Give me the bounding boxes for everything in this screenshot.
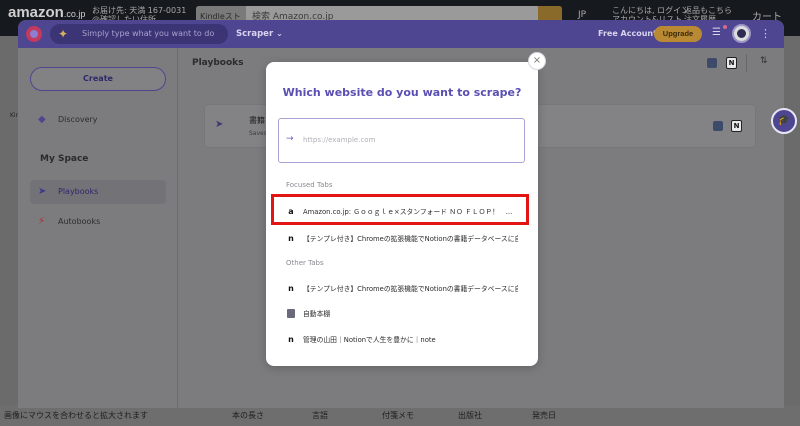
amazon-detail-footer: 画像にマウスを合わせると拡大されます 本の長さ 言語 付箋メモ 出版社 発売日	[0, 405, 800, 426]
account-line-1: こんにちは, ログイン	[612, 6, 690, 15]
other-tab-notion-article[interactable]: n 【テンプレ付き】Chromeの拡張機能でNotionの書籍データベースに自.…	[278, 278, 528, 300]
tab-label: 【テンプレ付き】Chromeの拡張機能でNotionの書籍データベースに自...	[303, 285, 518, 293]
close-icon[interactable]: ×	[528, 52, 546, 70]
detail-col-publisher: 出版社	[458, 411, 482, 420]
note-favicon-icon: n	[288, 335, 294, 344]
sidebar-item-autobooks[interactable]: ⚡ Autobooks	[30, 210, 166, 234]
mode-label: Scraper	[236, 29, 274, 39]
divider	[746, 54, 747, 72]
my-space-heading: My Space	[40, 154, 89, 164]
deliver-line-1: お届け先: 天満 167-0031	[92, 6, 187, 15]
detail-col-language: 言語	[312, 411, 328, 420]
other-tab-bookshelf[interactable]: 自動本棚	[278, 303, 528, 325]
app-logo-icon[interactable]	[26, 26, 42, 42]
sparkle-icon: ✦	[58, 27, 69, 41]
page-title: Playbooks	[192, 58, 244, 68]
sidebar: Create ◆ Discovery My Space ➤ Playbooks …	[18, 48, 178, 408]
detail-col-length: 本の長さ	[232, 411, 264, 420]
note-favicon-icon: n	[288, 234, 294, 243]
notification-dot	[723, 25, 727, 29]
free-account-label: Free Account	[598, 29, 657, 38]
arrow-right-icon: →	[286, 134, 294, 144]
note-favicon-icon: n	[288, 284, 294, 293]
zoom-hint: 画像にマウスを合わせると拡大されます	[4, 411, 148, 420]
playbook-card-subtitle: Saves	[249, 130, 267, 137]
send-icon: ➤	[215, 119, 224, 130]
avatar[interactable]	[732, 24, 751, 43]
mode-dropdown[interactable]: Scraper ⌄	[236, 20, 283, 48]
highlight-box	[271, 194, 529, 225]
amazon-logo[interactable]: amazon.co.jp	[8, 4, 85, 21]
chevron-down-icon: ⌄	[276, 29, 283, 38]
notion-icon[interactable]: N	[726, 57, 737, 69]
sidebar-item-discovery[interactable]: ◆ Discovery	[30, 108, 166, 132]
tab-label: 管理の山田｜Notionで人生を豊かに｜note	[303, 336, 436, 344]
sort-icon[interactable]: ⇅	[760, 56, 768, 66]
sidebar-item-playbooks[interactable]: ➤ Playbooks	[30, 180, 166, 204]
sidebar-item-label: Discovery	[58, 115, 98, 124]
upgrade-button[interactable]: Upgrade	[654, 26, 702, 42]
google-sheets-icon[interactable]	[713, 121, 723, 131]
detail-col-memo: 付箋メモ	[382, 411, 414, 420]
other-tabs-heading: Other Tabs	[286, 259, 324, 267]
detail-col-release: 発売日	[532, 411, 556, 420]
google-sheets-icon[interactable]	[707, 58, 717, 68]
amazon-logo-suffix: .co.jp	[63, 9, 86, 19]
notifications-icon[interactable]: ☰	[712, 25, 727, 39]
command-placeholder: Simply type what you want to do	[82, 29, 215, 38]
orders-line-1: 返品もこちら	[684, 6, 732, 15]
focused-tab-notion-article[interactable]: n 【テンプレ付き】Chromeの拡張機能でNotionの書籍データベースに自.…	[278, 228, 528, 250]
notion-icon[interactable]: N	[731, 120, 742, 132]
url-field-box[interactable]: →	[278, 118, 525, 163]
graduation-cap-icon[interactable]: 🎓	[771, 108, 797, 134]
sidebar-item-label: Playbooks	[58, 187, 99, 196]
tab-label: 自動本棚	[303, 310, 331, 318]
tab-label: 【テンプレ付き】Chromeの拡張機能でNotionの書籍データベースに自...	[303, 235, 518, 243]
other-tab-note-profile[interactable]: n 管理の山田｜Notionで人生を豊かに｜note	[278, 329, 528, 351]
send-icon: ➤	[38, 186, 47, 197]
create-button[interactable]: Create	[30, 67, 166, 91]
extension-header: ✦ Simply type what you want to do Scrape…	[18, 20, 784, 48]
amazon-logo-text: amazon	[8, 4, 64, 21]
discovery-icon: ◆	[38, 114, 46, 125]
playbook-card-title: 書籍	[249, 116, 265, 125]
command-input[interactable]: ✦ Simply type what you want to do	[50, 24, 228, 44]
document-favicon-icon	[287, 309, 295, 318]
url-input[interactable]	[303, 133, 513, 147]
sidebar-item-label: Autobooks	[58, 217, 101, 226]
language-selector[interactable]: JP	[578, 10, 586, 20]
focused-tabs-heading: Focused Tabs	[286, 181, 333, 189]
modal-title: Which website do you want to scrape?	[282, 86, 522, 99]
more-options-icon[interactable]: ⋮	[760, 20, 771, 48]
lightning-icon: ⚡	[38, 216, 46, 227]
